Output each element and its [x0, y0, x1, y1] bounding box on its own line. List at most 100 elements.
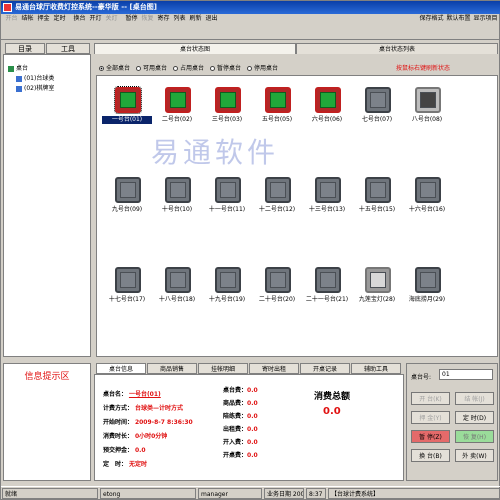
filter-radio-1[interactable]: 可用桌台 [136, 63, 167, 72]
fee-label: 商品费： [223, 400, 248, 407]
table-cell[interactable]: 十八号台(18) [152, 261, 202, 307]
watermark: 易通软件 [151, 136, 280, 169]
toolbar-button-10[interactable]: 列表 [171, 15, 188, 39]
table-cell[interactable]: 三号台(03) [202, 81, 252, 127]
fee-value: 0.0 [247, 413, 258, 420]
detail-deposit: 预交押金： 0.0 [103, 447, 146, 454]
table-cell[interactable]: 海底捞月(29) [402, 261, 452, 307]
action-button-2[interactable]: 押 金(Y) [411, 411, 450, 424]
detail-tab-2[interactable]: 挂帐明细 [198, 363, 248, 374]
table-label: 八号台(08) [411, 116, 443, 123]
detail-tab-3[interactable]: 寄时出租 [249, 363, 299, 374]
table-filter: 全部桌台 可用桌台 占用桌台 暂停桌台 停用桌台 按鼠标右键刷新状态 [96, 63, 498, 75]
table-cell[interactable]: 五号台(05) [252, 81, 302, 127]
table-cell[interactable]: 十二号台(12) [252, 171, 302, 217]
table-cell[interactable]: 十三号台(13) [302, 171, 352, 217]
toolbar-button-3[interactable]: 定时 [51, 15, 68, 39]
filter-radio-label: 全部桌台 [106, 65, 131, 72]
toolbar-right-button-0[interactable]: 保存格式 [419, 15, 444, 39]
filter-radio-3[interactable]: 暂停桌台 [210, 63, 241, 72]
tree-item-chess-room[interactable]: (02)棋牌室 [16, 83, 54, 92]
tab-directory[interactable]: 目录 [5, 43, 45, 54]
category-tree-panel: 桌台 (01)台球类 (02)棋牌室 [3, 54, 91, 357]
detail-tab-0[interactable]: 桌台信息 [96, 363, 146, 374]
toolbar-button-2[interactable]: 押金 [35, 15, 52, 39]
detail-tab-1[interactable]: 商品销售 [147, 363, 197, 374]
table-label: 十八号台(18) [158, 296, 196, 303]
billiard-table-icon [365, 87, 391, 113]
table-felt [270, 272, 286, 288]
table-felt [320, 182, 336, 198]
tab-tools[interactable]: 工具 [46, 43, 90, 54]
filter-radio-0[interactable]: 全部桌台 [99, 63, 130, 72]
billiard-table-icon [415, 177, 441, 203]
detail-tab-5[interactable]: 辅助工具 [351, 363, 401, 374]
toolbar-button-0[interactable]: 开台 [3, 15, 20, 39]
filter-radio-label: 占用桌台 [180, 65, 205, 72]
toolbar-button-9[interactable]: 寄存 [155, 15, 172, 39]
table-cell[interactable]: 十号台(10) [152, 171, 202, 217]
table-cell[interactable]: 十七号台(17) [102, 261, 152, 307]
filter-radio-4[interactable]: 停用桌台 [247, 63, 278, 72]
table-label: 十五号台(15) [358, 206, 396, 213]
status-user: etong [100, 488, 196, 499]
filter-radio-label: 停用桌台 [254, 65, 279, 72]
table-felt [420, 182, 436, 198]
tree-item-billiards[interactable]: (01)台球类 [16, 73, 54, 82]
fee-label: 开入费： [223, 439, 248, 446]
table-label: 十六号台(16) [408, 206, 446, 213]
toolbar-button-5[interactable]: 开灯 [87, 15, 104, 39]
table-cell[interactable]: 七号台(07) [352, 81, 402, 127]
table-felt [120, 182, 136, 198]
toolbar-button-7[interactable]: 暂停 [123, 15, 140, 39]
billiard-table-icon [165, 267, 191, 293]
toolbar-button-11[interactable]: 刷新 [187, 15, 204, 39]
action-button-7[interactable]: 外 卖(W) [455, 449, 494, 462]
filter-radio-2[interactable]: 占用桌台 [173, 63, 204, 72]
fee-row: 商品费：0.0 [223, 398, 258, 407]
table-cell[interactable]: 二十号台(20) [252, 261, 302, 307]
category-icon [16, 75, 22, 82]
status-biz-date: 业务日期 2009-08-07 [264, 488, 304, 499]
table-felt [120, 92, 136, 108]
table-cell[interactable]: 二十一号台(21) [302, 261, 352, 307]
action-button-1[interactable]: 结 帐(J) [455, 392, 494, 405]
toolbar-button-1[interactable]: 结帐 [19, 15, 36, 39]
table-cell[interactable]: 一号台(01) [102, 81, 152, 127]
table-felt [270, 92, 286, 108]
action-button-6[interactable]: 换 台(B) [411, 449, 450, 462]
action-button-0[interactable]: 开 台(K) [411, 392, 450, 405]
toolbar-right-button-1[interactable]: 默认布置 [446, 15, 471, 39]
table-cell[interactable]: 九号台(09) [102, 171, 152, 217]
action-button-5[interactable]: 恢 复(H) [455, 430, 494, 443]
toolbar-button-4[interactable]: 换台 [71, 15, 88, 39]
table-cell[interactable]: 六号台(06) [302, 81, 352, 127]
billiard-table-icon [265, 87, 291, 113]
action-button-3[interactable]: 定 时(D) [455, 411, 494, 424]
fee-value: 0.0 [247, 452, 258, 459]
table-felt [320, 92, 336, 108]
table-cell[interactable]: 十五号台(15) [352, 171, 402, 217]
table-cell[interactable]: 十六号台(16) [402, 171, 452, 217]
action-button-4[interactable]: 暂 停(Z) [411, 430, 450, 443]
toolbar-button-8[interactable]: 恢复 [139, 15, 156, 39]
toolbar-button-12[interactable]: 退出 [203, 15, 220, 39]
fee-label: 陪练费： [223, 413, 248, 420]
table-cell[interactable]: 十一号台(11) [202, 171, 252, 217]
table-cell[interactable]: 二号台(02) [152, 81, 202, 127]
tree-root[interactable]: 桌台 [8, 63, 28, 72]
table-felt [220, 182, 236, 198]
tab-table-status-map[interactable]: 桌台状态图 [94, 43, 296, 54]
table-cell[interactable]: 八号台(08) [402, 81, 452, 127]
tab-table-status-list[interactable]: 桌台状态列表 [296, 43, 498, 54]
billiard-table-icon [315, 87, 341, 113]
table-cell[interactable]: 十九号台(19) [202, 261, 252, 307]
toolbar-button-6[interactable]: 关灯 [103, 15, 120, 39]
table-cell[interactable]: 九莲宝灯(28) [352, 261, 402, 307]
detail-tab-4[interactable]: 开桌记录 [300, 363, 350, 374]
detail-table-name: 桌台名： 一号台(01) [103, 391, 161, 398]
table-label: 一号台(01) [102, 116, 152, 124]
billiard-table-icon [215, 267, 241, 293]
table-no-input[interactable] [439, 369, 493, 380]
toolbar-right-button-2[interactable]: 显示项目 [473, 15, 498, 39]
